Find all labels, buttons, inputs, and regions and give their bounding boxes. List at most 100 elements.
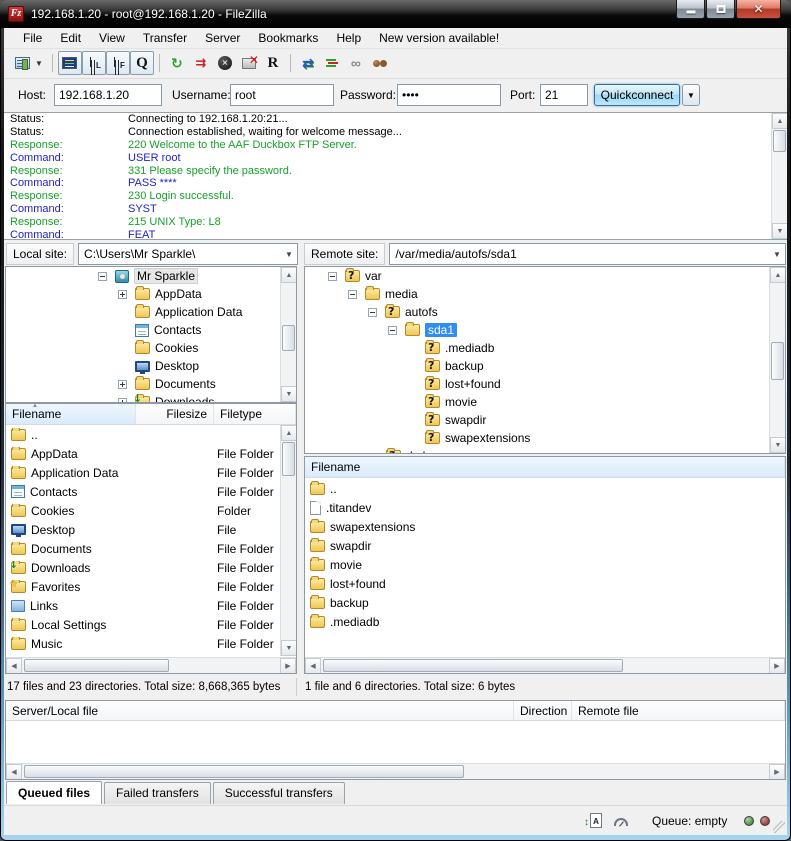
quickconnect-button[interactable]: Quickconnect bbox=[594, 84, 680, 106]
tree-item[interactable]: autofs bbox=[305, 303, 785, 321]
tree-item[interactable]: Cookies bbox=[6, 339, 296, 357]
tree-item[interactable]: Contacts bbox=[6, 321, 296, 339]
file-row[interactable]: DesktopFile bbox=[6, 520, 280, 539]
tab-queued-files[interactable]: Queued files bbox=[6, 781, 102, 804]
toggle-queue-button[interactable] bbox=[130, 51, 154, 75]
file-row[interactable]: .titandev bbox=[305, 498, 785, 517]
tree-item[interactable]: Desktop bbox=[6, 357, 296, 375]
menu-view[interactable]: View bbox=[90, 29, 134, 47]
scroll-up-button[interactable] bbox=[770, 267, 786, 283]
collapse-expander-icon[interactable] bbox=[368, 308, 377, 317]
scroll-down-button[interactable] bbox=[281, 386, 297, 402]
file-row[interactable]: .mediadb bbox=[305, 612, 785, 631]
menu-edit[interactable]: Edit bbox=[51, 29, 90, 47]
tree-item[interactable]: Documents bbox=[6, 375, 296, 393]
expand-expander-icon[interactable] bbox=[118, 290, 127, 299]
column-header-filename[interactable]: Filename bbox=[305, 457, 785, 477]
menu-transfer[interactable]: Transfer bbox=[134, 29, 196, 47]
tree-item[interactable]: media bbox=[305, 285, 785, 303]
filename-filters-button[interactable] bbox=[320, 51, 344, 75]
tree-item[interactable]: Mr Sparkle bbox=[6, 267, 296, 285]
scroll-thumb[interactable] bbox=[24, 659, 169, 672]
scroll-right-button[interactable] bbox=[769, 764, 785, 780]
remote-list-hscrollbar[interactable] bbox=[305, 657, 785, 673]
cancel-button[interactable] bbox=[213, 51, 237, 75]
password-input[interactable] bbox=[397, 84, 501, 106]
file-row[interactable]: swapdir bbox=[305, 536, 785, 555]
refresh-button[interactable] bbox=[165, 51, 189, 75]
collapse-expander-icon[interactable] bbox=[348, 290, 357, 299]
expand-expander-icon[interactable] bbox=[118, 380, 127, 389]
file-row[interactable]: backup bbox=[305, 593, 785, 612]
quickconnect-dropdown[interactable] bbox=[682, 84, 700, 106]
tab-failed-transfers[interactable]: Failed transfers bbox=[104, 782, 211, 804]
tree-item[interactable]: swapextensions bbox=[305, 429, 785, 447]
minimize-button[interactable] bbox=[676, 0, 705, 19]
tree-item[interactable]: Downloads bbox=[6, 393, 296, 403]
scroll-down-button[interactable] bbox=[770, 437, 786, 453]
collapse-expander-icon[interactable] bbox=[98, 272, 107, 281]
file-row[interactable]: .. bbox=[305, 479, 785, 498]
scroll-thumb[interactable] bbox=[773, 130, 786, 152]
column-header-filesize[interactable]: Filesize bbox=[136, 404, 214, 424]
process-queue-button[interactable] bbox=[189, 51, 213, 75]
scroll-down-button[interactable] bbox=[281, 640, 297, 656]
scroll-thumb[interactable] bbox=[323, 659, 623, 672]
scroll-up-button[interactable] bbox=[772, 113, 787, 129]
tree-item[interactable]: sda1 bbox=[305, 321, 785, 339]
remote-tree-scrollbar[interactable] bbox=[769, 267, 785, 453]
tree-item[interactable]: lost+found bbox=[305, 375, 785, 393]
column-header-direction[interactable]: Direction bbox=[514, 701, 572, 720]
menu-bookmarks[interactable]: Bookmarks bbox=[249, 29, 327, 47]
chevron-down-icon[interactable] bbox=[281, 250, 297, 259]
site-manager-button[interactable] bbox=[10, 51, 34, 75]
scroll-thumb[interactable] bbox=[771, 342, 784, 380]
tree-item[interactable]: var bbox=[305, 267, 785, 285]
file-row[interactable]: AppDataFile Folder bbox=[6, 444, 280, 463]
column-header-server-local-file[interactable]: Server/Local file bbox=[6, 701, 514, 720]
menu-new-version[interactable]: New version available! bbox=[370, 29, 508, 47]
tree-item[interactable]: .mediadb bbox=[305, 339, 785, 357]
file-row[interactable]: swapextensions bbox=[305, 517, 785, 536]
collapse-expander-icon[interactable] bbox=[328, 272, 337, 281]
column-header-filename[interactable]: Filename bbox=[6, 404, 136, 424]
port-input[interactable] bbox=[540, 84, 588, 106]
menu-server[interactable]: Server bbox=[196, 29, 249, 47]
remote-site-combobox[interactable]: /var/media/autofs/sda1 bbox=[389, 243, 786, 265]
scroll-up-button[interactable] bbox=[281, 425, 297, 441]
column-header-remote-file[interactable]: Remote file bbox=[572, 701, 785, 720]
file-row[interactable]: DocumentsFile Folder bbox=[6, 539, 280, 558]
file-row[interactable]: ContactsFile Folder bbox=[6, 482, 280, 501]
file-row[interactable]: MusicFile Folder bbox=[6, 634, 280, 653]
toggle-local-tree-button[interactable] bbox=[82, 51, 106, 75]
tree-item[interactable]: swapdir bbox=[305, 411, 785, 429]
scroll-right-button[interactable] bbox=[769, 658, 785, 674]
file-row[interactable]: Local SettingsFile Folder bbox=[6, 615, 280, 634]
column-header-filetype[interactable]: Filetype bbox=[214, 404, 296, 424]
scroll-up-button[interactable] bbox=[281, 267, 297, 283]
file-row[interactable]: DownloadsFile Folder bbox=[6, 558, 280, 577]
reconnect-button[interactable] bbox=[261, 51, 285, 75]
toggle-message-log-button[interactable] bbox=[58, 51, 82, 75]
synchronized-browsing-button[interactable] bbox=[344, 51, 368, 75]
log-scrollbar[interactable] bbox=[771, 113, 787, 239]
scroll-right-button[interactable] bbox=[280, 658, 296, 674]
menu-file[interactable]: File bbox=[14, 29, 51, 47]
resize-grip[interactable] bbox=[773, 821, 785, 833]
file-row[interactable]: LinksFile Folder bbox=[6, 596, 280, 615]
local-list-hscrollbar[interactable] bbox=[6, 657, 296, 673]
local-site-combobox[interactable]: C:\Users\Mr Sparkle\ bbox=[78, 243, 298, 265]
file-row[interactable]: Application DataFile Folder bbox=[6, 463, 280, 482]
chevron-down-icon[interactable] bbox=[769, 250, 785, 259]
directory-comparison-button[interactable] bbox=[296, 51, 320, 75]
file-row[interactable]: movie bbox=[305, 555, 785, 574]
scroll-thumb[interactable] bbox=[282, 442, 295, 476]
local-tree-scrollbar[interactable] bbox=[280, 267, 296, 402]
queue-hscrollbar[interactable] bbox=[6, 763, 785, 779]
collapse-expander-icon[interactable] bbox=[388, 326, 397, 335]
username-input[interactable] bbox=[230, 84, 334, 106]
scroll-thumb[interactable] bbox=[282, 325, 295, 351]
file-row[interactable]: CookiesFolder bbox=[6, 501, 280, 520]
menu-help[interactable]: Help bbox=[327, 29, 370, 47]
tab-successful-transfers[interactable]: Successful transfers bbox=[213, 782, 345, 804]
